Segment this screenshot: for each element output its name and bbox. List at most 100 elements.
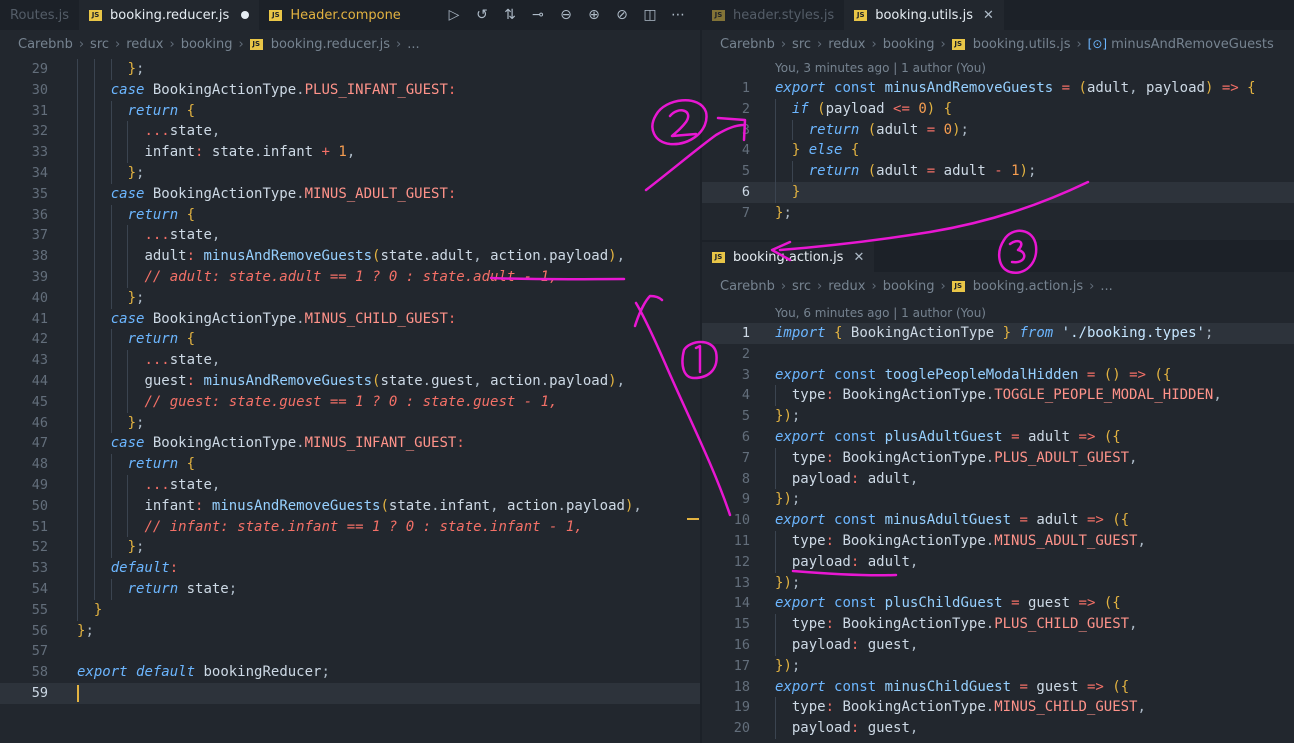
- code-line[interactable]: 35 case BookingActionType.MINUS_ADULT_GU…: [0, 183, 700, 205]
- code-line[interactable]: 36 return {: [0, 204, 700, 226]
- code-line[interactable]: 11 type: BookingActionType.MINUS_ADULT_G…: [702, 530, 1294, 552]
- code-line[interactable]: 4 type: BookingActionType.TOGGLE_PEOPLE_…: [702, 385, 1294, 407]
- code-line[interactable]: 9});: [702, 489, 1294, 510]
- code-line[interactable]: 50 infant: minusAndRemoveGuests(state.in…: [0, 495, 700, 517]
- close-icon[interactable]: ✕: [853, 250, 864, 265]
- breadcrumb-item[interactable]: booking.action.js: [973, 279, 1083, 294]
- code-line[interactable]: 49 ...state,: [0, 474, 700, 496]
- codelens-blame[interactable]: You, 6 minutes ago | 1 author (You): [775, 306, 986, 320]
- timeline-icon[interactable]: ↺: [468, 7, 496, 23]
- code-line[interactable]: 41 case BookingActionType.MINUS_CHILD_GU…: [0, 308, 700, 330]
- code-line[interactable]: 1 import { BookingActionType } from './bo…: [702, 323, 1294, 344]
- breadcrumb-item[interactable]: Carebnb: [720, 279, 775, 294]
- more-icon[interactable]: ⋯: [664, 7, 692, 23]
- breadcrumb-item[interactable]: src: [90, 37, 109, 52]
- tab-booking-action[interactable]: JS booking.action.js ✕: [702, 242, 875, 272]
- compare-icon[interactable]: ⇅: [496, 7, 524, 23]
- breadcrumb-item[interactable]: src: [792, 37, 811, 52]
- code-line[interactable]: 3 return (adult = 0);: [702, 119, 1294, 141]
- code-line[interactable]: 5});: [702, 406, 1294, 427]
- breadcrumb-item[interactable]: redux: [828, 37, 865, 52]
- code-line[interactable]: 30 case BookingActionType.PLUS_INFANT_GU…: [0, 79, 700, 101]
- breadcrumb-item[interactable]: booking: [883, 279, 935, 294]
- breadcrumb-item[interactable]: booking.utils.js: [973, 37, 1071, 52]
- code-line[interactable]: 54 return state;: [0, 578, 700, 600]
- code-line[interactable]: 7};: [702, 203, 1294, 224]
- code-line[interactable]: 12 payload: adult,: [702, 551, 1294, 573]
- code-line[interactable]: 56};: [0, 621, 700, 642]
- code-line[interactable]: 7 type: BookingActionType.PLUS_ADULT_GUE…: [702, 447, 1294, 469]
- code-line[interactable]: 4 } else {: [702, 140, 1294, 162]
- code-line[interactable]: 31 return {: [0, 100, 700, 122]
- run-icon[interactable]: ▷: [440, 7, 468, 23]
- code-line[interactable]: 10 export const minusAdultGuest = adult =…: [702, 510, 1294, 531]
- code-line[interactable]: 5 return (adult = adult - 1);: [702, 161, 1294, 182]
- tab-booking-reducer[interactable]: JS booking.reducer.js: [79, 0, 260, 30]
- tab-header-component[interactable]: JS Header.compone: [259, 0, 410, 30]
- code-line[interactable]: 18 export const minusChildGuest = guest =…: [702, 677, 1294, 698]
- code-line[interactable]: 2: [702, 344, 1294, 365]
- code-line[interactable]: 52 };: [0, 537, 700, 559]
- code-line[interactable]: 29 };: [0, 59, 700, 80]
- breadcrumb-item[interactable]: booking.reducer.js: [271, 37, 390, 52]
- code-line[interactable]: 48 return {: [0, 454, 700, 475]
- breadcrumb-item[interactable]: ...: [407, 37, 419, 52]
- code-line[interactable]: 39 // adult: state.adult == 1 ? 0 : stat…: [0, 266, 700, 288]
- code-line[interactable]: 20 payload: guest,: [702, 718, 1294, 739]
- code-line[interactable]: 42 return {: [0, 329, 700, 351]
- code-line[interactable]: 55 }: [0, 599, 700, 621]
- tab-routes[interactable]: Routes.js: [0, 0, 79, 30]
- next-change-icon[interactable]: ⊕: [580, 7, 608, 23]
- code-line[interactable]: 37 ...state,: [0, 225, 700, 247]
- code-line[interactable]: 43 ...state,: [0, 350, 700, 371]
- line-number: 9: [741, 491, 750, 508]
- code-editor[interactable]: 1 import { BookingActionType } from './bo…: [702, 323, 1294, 739]
- code-line[interactable]: 45 // guest: state.guest == 1 ? 0 : stat…: [0, 391, 700, 413]
- breadcrumb-item[interactable]: minusAndRemoveGuests: [1111, 37, 1274, 52]
- code-line[interactable]: 38 adult: minusAndRemoveGuests(state.adu…: [0, 246, 700, 267]
- code-line[interactable]: 33 infant: state.infant + 1,: [0, 142, 700, 163]
- code-line[interactable]: 19 type: BookingActionType.MINUS_CHILD_G…: [702, 697, 1294, 719]
- tab-header-styles[interactable]: JS header.styles.js: [702, 0, 844, 30]
- code-line[interactable]: 40 };: [0, 287, 700, 309]
- code-line[interactable]: 34 };: [0, 162, 700, 184]
- code-text: ...state,: [144, 476, 221, 493]
- git-commit-icon[interactable]: ⊸: [524, 7, 552, 23]
- code-line[interactable]: 13});: [702, 573, 1294, 594]
- breadcrumb-item[interactable]: redux: [126, 37, 163, 52]
- code-line[interactable]: 14 export const plusChildGuest = guest =>…: [702, 593, 1294, 614]
- codelens-blame[interactable]: You, 3 minutes ago | 1 author (You): [775, 61, 986, 75]
- code-line[interactable]: 47 case BookingActionType.MINUS_INFANT_G…: [0, 433, 700, 455]
- code-line[interactable]: 6 }: [702, 181, 1294, 203]
- breadcrumb-item[interactable]: Carebnb: [720, 37, 775, 52]
- code-line[interactable]: 51 // infant: state.infant == 1 ? 0 : st…: [0, 516, 700, 538]
- code-line[interactable]: 2 if (payload <= 0) {: [702, 98, 1294, 120]
- code-line[interactable]: 58 export default bookingReducer;: [0, 662, 700, 683]
- breadcrumb-item[interactable]: redux: [828, 279, 865, 294]
- breadcrumb-item[interactable]: booking: [181, 37, 233, 52]
- code-editor[interactable]: 29 }; 30 case BookingActionType.PLUS_INFA…: [0, 59, 700, 704]
- breadcrumb-item[interactable]: Carebnb: [18, 37, 73, 52]
- toggle-icon[interactable]: ⊘: [608, 7, 636, 23]
- code-line[interactable]: 53 default:: [0, 558, 700, 579]
- code-line[interactable]: 57: [0, 641, 700, 662]
- code-line[interactable]: 1 export const minusAndRemoveGuests = (ad…: [702, 78, 1294, 99]
- code-line[interactable]: 15 type: BookingActionType.PLUS_CHILD_GU…: [702, 614, 1294, 635]
- code-editor[interactable]: 1 export const minusAndRemoveGuests = (ad…: [702, 78, 1294, 224]
- code-line[interactable]: 3 export const tooglePeopleModalHidden = …: [702, 365, 1294, 386]
- code-line[interactable]: 44 guest: minusAndRemoveGuests(state.gue…: [0, 370, 700, 392]
- code-line[interactable]: 59: [0, 682, 700, 704]
- code-line[interactable]: 8 payload: adult,: [702, 468, 1294, 490]
- breadcrumb-item[interactable]: ...: [1100, 279, 1112, 294]
- code-line[interactable]: 16 payload: guest,: [702, 634, 1294, 656]
- breadcrumb-item[interactable]: booking: [883, 37, 935, 52]
- code-line[interactable]: 46 };: [0, 412, 700, 434]
- code-line[interactable]: 32 ...state,: [0, 121, 700, 143]
- split-editor-icon[interactable]: ◫: [636, 7, 664, 23]
- code-line[interactable]: 6 export const plusAdultGuest = adult => …: [702, 427, 1294, 448]
- prev-change-icon[interactable]: ⊖: [552, 7, 580, 23]
- breadcrumb-item[interactable]: src: [792, 279, 811, 294]
- tab-booking-utils[interactable]: JS booking.utils.js ✕: [844, 0, 1004, 30]
- close-icon[interactable]: ✕: [983, 8, 994, 23]
- code-line[interactable]: 17});: [702, 656, 1294, 677]
